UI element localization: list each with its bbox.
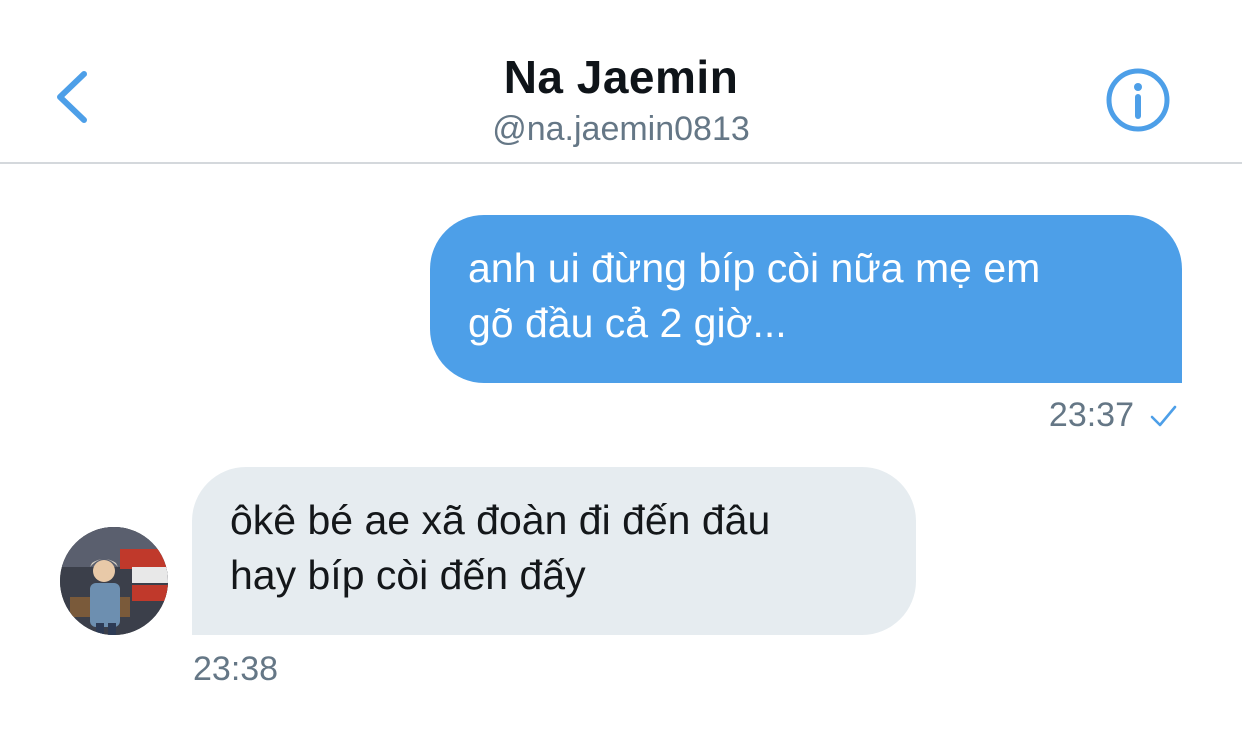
message-text-line: anh ui đừng bíp còi nữa mẹ em bbox=[468, 245, 1041, 291]
message-timestamp: 23:38 bbox=[193, 650, 279, 688]
received-message-bubble[interactable]: ôkê bé ae xã đoàn đi đến đâu hay bíp còi… bbox=[192, 467, 916, 635]
message-timestamp: 23:37 bbox=[1048, 396, 1134, 434]
message-text-line: hay bíp còi đến đấy bbox=[230, 552, 586, 598]
contact-name[interactable]: Na Jaemin bbox=[0, 50, 1242, 104]
info-icon bbox=[1106, 68, 1170, 132]
avatar[interactable] bbox=[60, 527, 168, 635]
sent-message-bubble[interactable]: anh ui đừng bíp còi nữa mẹ em gõ đầu cả … bbox=[430, 215, 1182, 383]
message-text-line: gõ đầu cả 2 giờ... bbox=[468, 300, 787, 346]
info-button[interactable] bbox=[1104, 66, 1172, 134]
contact-handle: @na.jaemin0813 bbox=[492, 110, 750, 148]
sent-message-meta: 23:37 bbox=[1049, 396, 1178, 435]
check-icon bbox=[1150, 405, 1177, 426]
avatar-photo bbox=[60, 527, 168, 635]
conversation-header: Na Jaemin @na.jaemin0813 bbox=[0, 0, 1242, 164]
message-text-line: ôkê bé ae xã đoàn đi đến đâu bbox=[230, 497, 771, 543]
